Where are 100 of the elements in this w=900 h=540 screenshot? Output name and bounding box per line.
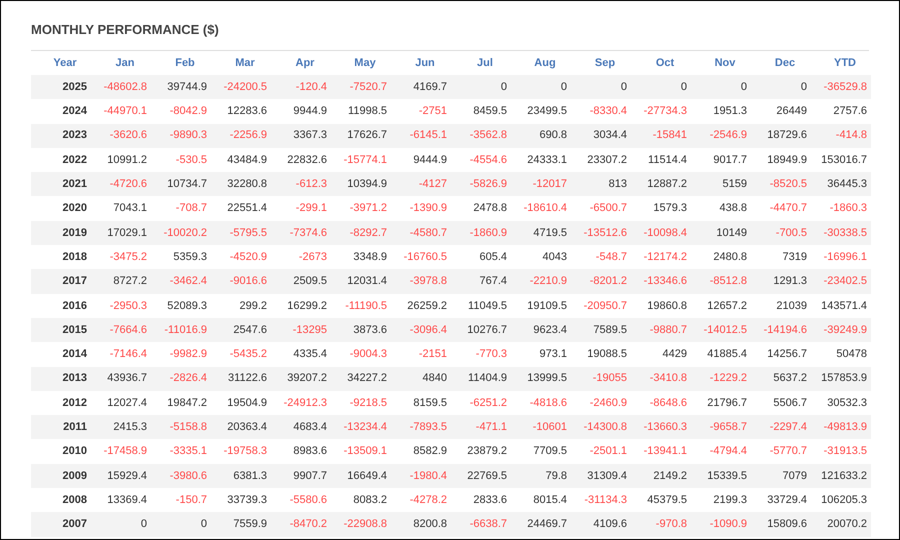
value-cell: 7079 — [782, 470, 807, 482]
value-cell: 34227.2 — [347, 372, 387, 384]
value-cell: -2151 — [418, 348, 447, 360]
value-cell: -8330.4 — [590, 105, 627, 118]
value-cell: 24333.1 — [527, 154, 567, 166]
value-cell: -2460.9 — [590, 396, 627, 409]
value-cell: -5826.9 — [470, 178, 507, 190]
value-cell: 121633.2 — [821, 470, 867, 482]
value-cell: -13512.6 — [584, 226, 627, 239]
value-cell: 15339.5 — [707, 470, 747, 482]
value-cell: 9623.4 — [533, 324, 567, 336]
column-header: Jan — [116, 56, 134, 69]
value-cell: 0 — [800, 80, 807, 93]
value-cell: 813 — [608, 178, 627, 190]
value-cell: -4470.7 — [770, 202, 807, 214]
value-cell: 11998.5 — [348, 105, 387, 118]
value-cell: 8083.2 — [353, 494, 387, 506]
value-cell: 0 — [500, 80, 507, 93]
value-cell: -2950.3 — [110, 300, 147, 312]
value-cell: 23879.2 — [467, 445, 507, 458]
value-cell: 6381.3 — [233, 470, 267, 482]
value-cell: 10276.7 — [467, 324, 507, 336]
value-cell: 8582.9 — [413, 445, 447, 458]
value-cell: -1860.3 — [830, 202, 867, 214]
year-cell: 2016 — [62, 300, 87, 312]
value-cell: -5158.8 — [170, 421, 207, 434]
value-cell: 7559.9 — [233, 518, 267, 530]
value-cell: -1090.9 — [710, 518, 747, 530]
value-cell: -8512.8 — [710, 275, 747, 288]
value-cell: -49813.9 — [824, 421, 867, 434]
value-cell: 12031.4 — [347, 275, 387, 288]
year-cell: 2007 — [62, 518, 87, 530]
value-cell: 19860.8 — [647, 300, 687, 312]
value-cell: 9017.7 — [713, 154, 747, 166]
value-cell: 0 — [740, 80, 747, 93]
value-cell: 973.1 — [539, 348, 567, 360]
column-header: Aug — [534, 56, 556, 69]
value-cell: -9658.7 — [710, 421, 747, 434]
value-cell: -1860.9 — [470, 226, 507, 239]
value-cell: -1229.2 — [710, 372, 747, 384]
value-cell: -13346.6 — [644, 275, 687, 288]
value-cell: 5637.2 — [773, 372, 807, 384]
value-cell: -48602.8 — [104, 80, 147, 93]
year-cell: 2020 — [62, 202, 87, 214]
value-cell: -16760.5 — [404, 250, 447, 263]
value-cell: 4169.7 — [413, 80, 447, 93]
value-cell: -14300.8 — [584, 421, 627, 434]
value-cell: 4840 — [422, 372, 447, 384]
value-cell: -12174.2 — [644, 250, 687, 263]
value-cell: -15774.1 — [344, 154, 387, 166]
year-cell: 2012 — [62, 396, 87, 409]
value-cell: -700.5 — [776, 226, 807, 239]
value-cell: -13941.1 — [644, 445, 687, 458]
value-cell: 690.8 — [539, 129, 567, 142]
value-cell: -120.4 — [296, 80, 327, 93]
value-cell: 0 — [620, 80, 627, 93]
value-cell: 16649.4 — [347, 470, 387, 482]
value-cell: 12657.2 — [707, 300, 747, 312]
value-cell: 21039 — [776, 300, 807, 312]
value-cell: 2509.5 — [293, 275, 327, 288]
value-cell: 2547.6 — [233, 324, 267, 336]
value-cell: -2546.9 — [710, 129, 747, 142]
value-cell: -24912.3 — [284, 396, 327, 409]
value-cell: -9016.6 — [230, 275, 267, 288]
value-cell: 153016.7 — [821, 154, 867, 166]
value-cell: -36529.8 — [824, 80, 867, 93]
value-cell: -1390.9 — [410, 202, 447, 214]
value-cell: 4719.5 — [533, 226, 567, 239]
value-cell: 19504.9 — [227, 396, 267, 409]
value-cell: -24200.5 — [224, 80, 267, 93]
value-cell: 41885.4 — [707, 348, 747, 360]
value-cell: -5770.7 — [770, 445, 807, 458]
value-cell: -3475.2 — [110, 250, 147, 263]
value-cell: 22551.4 — [227, 202, 267, 214]
value-cell: -970.8 — [656, 518, 687, 530]
value-cell: -6638.7 — [470, 518, 507, 530]
value-cell: 12283.6 — [227, 105, 267, 118]
value-cell: -471.1 — [476, 421, 507, 434]
value-cell: 24469.7 — [527, 518, 567, 530]
value-cell: 19088.5 — [587, 348, 627, 360]
value-cell: -14012.5 — [704, 324, 747, 336]
value-cell: -3462.4 — [170, 275, 207, 288]
column-header: Oct — [656, 56, 674, 69]
value-cell: -27734.3 — [644, 105, 687, 118]
value-cell: 43936.7 — [107, 372, 147, 384]
value-cell: -3335.1 — [170, 445, 207, 458]
value-cell: 8159.5 — [413, 396, 447, 409]
value-cell: 18729.6 — [767, 129, 807, 142]
value-cell: 4429 — [662, 348, 687, 360]
value-cell: -19055 — [592, 372, 627, 384]
value-cell: -11190.5 — [345, 300, 387, 312]
value-cell: 9944.9 — [293, 105, 327, 118]
value-cell: 12027.4 — [107, 396, 147, 409]
value-cell: 7589.5 — [593, 324, 627, 336]
value-cell: -44970.1 — [104, 105, 147, 118]
value-cell: 17626.7 — [347, 129, 387, 142]
value-cell: 30532.3 — [827, 396, 867, 409]
value-cell: 4109.6 — [593, 518, 627, 530]
value-cell: 45379.5 — [647, 494, 687, 506]
value-cell: 9444.9 — [413, 154, 447, 166]
